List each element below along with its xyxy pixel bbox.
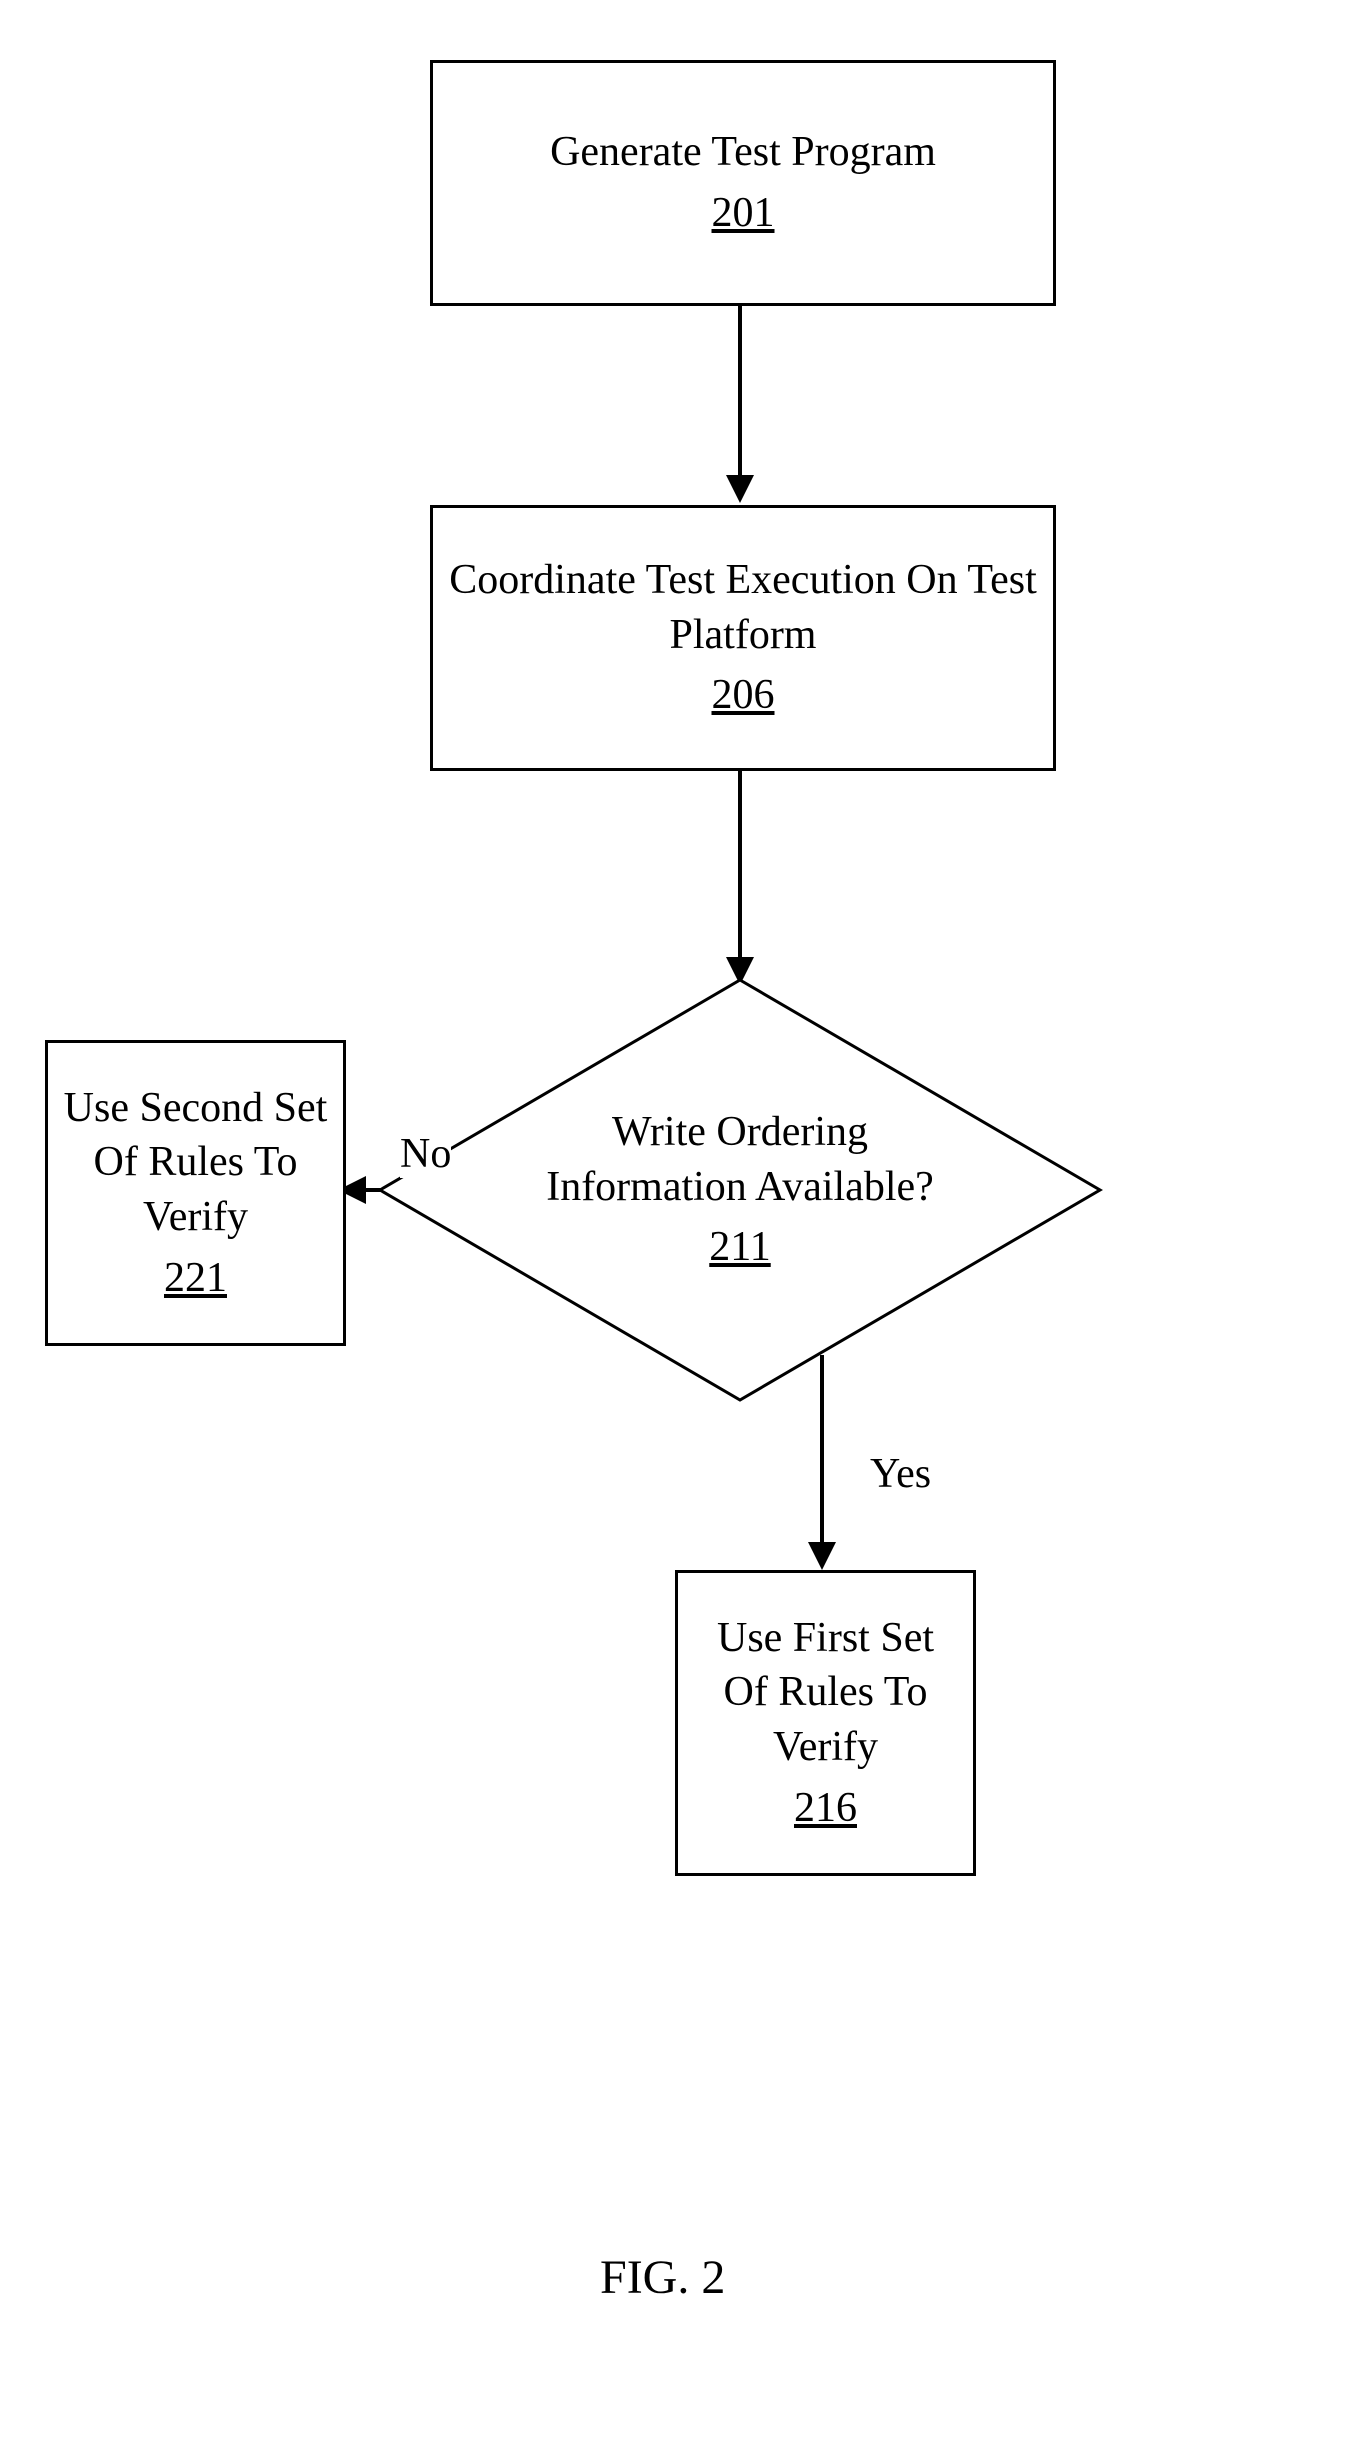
arrow-head-icon: [726, 475, 754, 503]
flowchart-box-generate: Generate Test Program 201: [430, 60, 1056, 306]
arrow-line: [820, 1355, 824, 1545]
box-ref: 216: [794, 1781, 857, 1836]
label-yes: Yes: [870, 1450, 931, 1498]
box-line: Verify: [773, 1720, 878, 1775]
flowchart-decision-container: Write Ordering Information Available? 21…: [375, 975, 1105, 1405]
flowchart-box-no: Use Second Set Of Rules To Verify 221: [45, 1040, 346, 1346]
box-line: Of Rules To: [94, 1135, 298, 1190]
label-no: No: [400, 1130, 451, 1178]
figure-caption: FIG. 2: [600, 2250, 725, 2305]
box-text: Generate Test Program: [550, 125, 936, 180]
box-ref: 201: [712, 186, 775, 241]
box-ref: 206: [712, 668, 775, 723]
arrow-line: [738, 768, 742, 960]
flowchart-box-coordinate: Coordinate Test Execution On Test Platfo…: [430, 505, 1056, 771]
box-text: Coordinate Test Execution On Test Platfo…: [433, 553, 1053, 662]
arrow-line: [363, 1188, 383, 1192]
box-ref: 221: [164, 1251, 227, 1306]
decision-text: Write Ordering Information Available?: [520, 1105, 960, 1214]
arrow-head-icon: [808, 1542, 836, 1570]
box-line: Verify: [143, 1190, 248, 1245]
box-line: Use Second Set: [64, 1081, 328, 1136]
box-line: Of Rules To: [724, 1665, 928, 1720]
flowchart-box-yes: Use First Set Of Rules To Verify 216: [675, 1570, 976, 1876]
decision-ref: 211: [520, 1220, 960, 1275]
arrow-line: [738, 303, 742, 478]
box-line: Use First Set: [717, 1611, 934, 1666]
decision-text-container: Write Ordering Information Available? 21…: [520, 1105, 960, 1275]
